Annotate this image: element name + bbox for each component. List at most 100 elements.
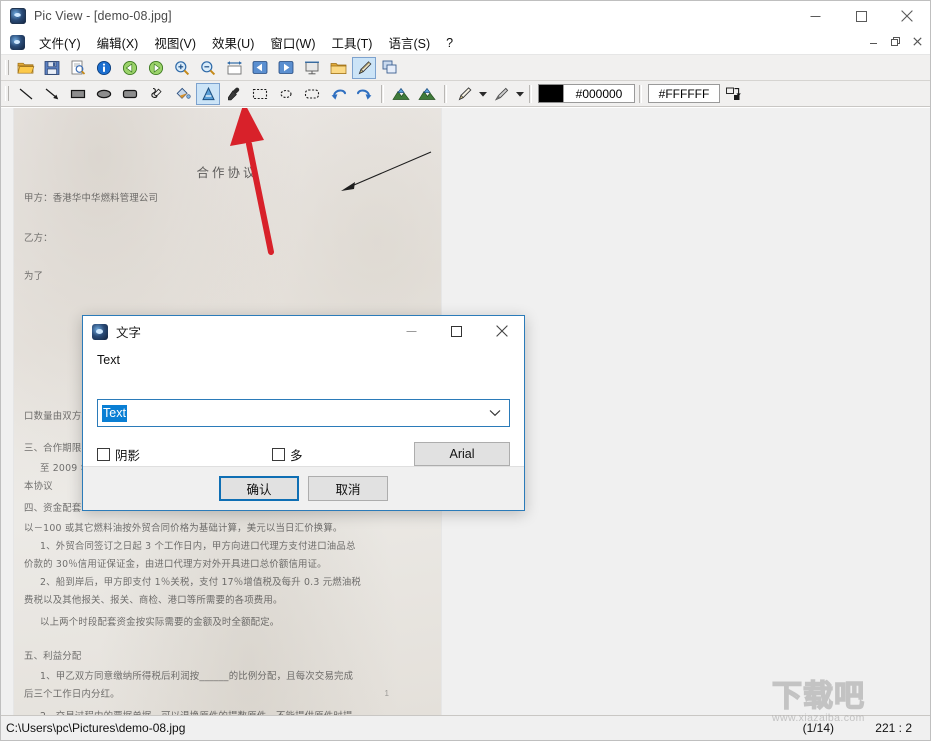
rotate-left-icon[interactable] xyxy=(118,57,142,79)
print-preview-icon[interactable] xyxy=(66,57,90,79)
freehand-tool-icon[interactable] xyxy=(144,83,168,105)
document-text-line: 甲方：香港华中华燃料管理公司 xyxy=(24,193,159,204)
pencil-width-icon[interactable] xyxy=(452,83,476,105)
dialog-options-row: 阴影 多 Arial xyxy=(97,442,510,466)
shadow-checkbox[interactable] xyxy=(97,447,110,461)
mdi-minimize-button[interactable] xyxy=(862,32,884,51)
menu-language[interactable]: 语言(S) xyxy=(380,31,438,54)
rectangle-tool-icon[interactable] xyxy=(66,83,90,105)
mdi-close-button[interactable] xyxy=(906,32,928,51)
batch-icon[interactable] xyxy=(378,57,402,79)
menu-view[interactable]: 视图(V) xyxy=(146,31,204,54)
line-tool-icon[interactable] xyxy=(14,83,38,105)
select-ellipse-icon[interactable] xyxy=(274,83,298,105)
select-rounded-icon[interactable] xyxy=(300,83,324,105)
ellipse-tool-icon[interactable] xyxy=(92,83,116,105)
undo-icon[interactable] xyxy=(326,83,350,105)
draw-tools-icon[interactable] xyxy=(352,56,376,79)
menu-effects[interactable]: 效果(U) xyxy=(204,31,262,54)
next-image-icon[interactable] xyxy=(274,57,298,79)
foreground-color-swatch[interactable] xyxy=(538,84,564,103)
font-select-button[interactable]: Arial xyxy=(414,442,510,466)
multi-checkbox-label: 多 xyxy=(290,448,303,463)
document-text-line: 乙方： xyxy=(24,233,53,244)
mdi-document-icon xyxy=(10,35,25,50)
text-input-value[interactable]: Text xyxy=(102,404,127,422)
toolbar-separator-4 xyxy=(639,84,642,103)
menu-file[interactable]: 文件(Y) xyxy=(31,31,89,54)
fit-width-icon[interactable] xyxy=(222,57,246,79)
background-color-hex[interactable]: #FFFFFF xyxy=(648,84,720,103)
document-text-line: 2、交易过程中的票据单据，可以退换原件的提数原件，不能提供原件时提 xyxy=(40,708,353,715)
select-rect-icon[interactable] xyxy=(248,83,272,105)
mdi-window-controls xyxy=(862,32,928,51)
cancel-button[interactable]: 取消 xyxy=(308,476,388,501)
confirm-button[interactable]: 确认 xyxy=(219,476,299,501)
toolbar-separator xyxy=(381,84,384,103)
brush-style-dropdown-arrow-icon[interactable] xyxy=(514,83,525,105)
window-minimize-button[interactable] xyxy=(792,1,838,31)
mdi-restore-button[interactable] xyxy=(884,32,906,51)
multi-checkbox[interactable] xyxy=(272,447,286,461)
text-dialog: 文字 Text Text 阴影 多 Arial 确认 取消 xyxy=(82,315,525,511)
text-field-label: Text xyxy=(97,353,120,367)
toolbar-separator-3 xyxy=(529,84,532,103)
draw-toolbar-grip[interactable] xyxy=(3,84,10,103)
browse-folder-icon[interactable] xyxy=(326,57,350,79)
menu-help[interactable]: ? xyxy=(438,34,461,52)
text-tool-icon[interactable] xyxy=(196,82,220,105)
toolbar-separator-2 xyxy=(444,84,447,103)
document-text-line: 2、船到岸后，甲方即支付 1％关税，支付 17％增值税及每升 0.3 元燃油税 xyxy=(40,577,361,588)
background-color-group: #FFFFFF xyxy=(648,83,720,104)
rounded-rect-tool-icon[interactable] xyxy=(118,83,142,105)
status-image-count: (1/14) xyxy=(802,721,834,735)
dialog-maximize-button[interactable] xyxy=(434,316,479,346)
dialog-close-button[interactable] xyxy=(479,316,524,346)
previous-image-icon[interactable] xyxy=(248,57,272,79)
document-text-line: 四、资金配套 xyxy=(24,503,82,514)
shape-options-icon[interactable] xyxy=(721,83,745,105)
chevron-down-icon[interactable] xyxy=(489,406,501,420)
slideshow-icon[interactable] xyxy=(300,57,324,79)
toolbar-grip[interactable] xyxy=(3,58,10,77)
image-canvas-area[interactable]: 合作协议 甲方：香港华中华燃料管理公司 乙方： 为了 口数量由双方根据资金和市场… xyxy=(1,107,930,715)
multi-checkbox-wrapper[interactable]: 多 xyxy=(272,445,303,464)
text-input-combobox[interactable]: Text xyxy=(97,399,510,427)
info-icon[interactable] xyxy=(92,57,116,79)
dialog-minimize-button[interactable] xyxy=(389,316,434,346)
open-icon[interactable] xyxy=(14,57,38,79)
redo-icon[interactable] xyxy=(352,83,376,105)
main-toolbar xyxy=(1,55,930,81)
document-text-line: 五、利益分配 xyxy=(24,651,82,662)
status-cursor-coordinates: 221 : 2 xyxy=(875,721,912,735)
rotate-right-icon[interactable] xyxy=(144,57,168,79)
app-logo-icon xyxy=(92,323,108,340)
window-maximize-button[interactable] xyxy=(838,1,884,31)
insert-image-right-icon[interactable] xyxy=(415,83,439,105)
eyedropper-tool-icon[interactable] xyxy=(222,83,246,105)
insert-image-left-icon[interactable] xyxy=(389,83,413,105)
foreground-color-hex[interactable]: #000000 xyxy=(563,84,635,103)
document-text-line: 以－100 或其它燃料油按外贸合同价格为基础计算，美元以当日汇价换算。 xyxy=(24,523,343,534)
dialog-window-controls xyxy=(389,316,524,346)
menu-edit[interactable]: 编辑(X) xyxy=(89,31,147,54)
fill-tool-icon[interactable] xyxy=(170,83,194,105)
shadow-checkbox-wrapper[interactable]: 阴影 xyxy=(97,445,140,464)
dialog-body: Text Text 阴影 多 Arial xyxy=(83,347,524,466)
save-icon[interactable] xyxy=(40,57,64,79)
brush-style-icon[interactable] xyxy=(489,83,513,105)
zoom-in-icon[interactable] xyxy=(170,57,194,79)
application-window: Pic View - [demo-08.jpg] 文件(Y) 编辑(X) 视图(… xyxy=(0,0,931,741)
window-close-button[interactable] xyxy=(884,1,930,31)
app-logo-icon xyxy=(10,8,26,24)
menu-window[interactable]: 窗口(W) xyxy=(262,31,323,54)
zoom-out-icon[interactable] xyxy=(196,57,220,79)
status-bar: C:\Users\pc\Pictures\demo-08.jpg (1/14) … xyxy=(1,715,930,740)
document-text-line: 价款的 30％信用证保证金，由进口代理方对外开具进口总价额信用证。 xyxy=(24,559,327,570)
document-text-line: 后三个工作日内分红。 xyxy=(24,689,120,700)
arrow-tool-icon[interactable] xyxy=(40,83,64,105)
pencil-width-dropdown-arrow-icon[interactable] xyxy=(477,83,488,105)
document-text-line: 本协议 xyxy=(24,481,53,492)
menu-tools[interactable]: 工具(T) xyxy=(324,31,381,54)
menu-bar: 文件(Y) 编辑(X) 视图(V) 效果(U) 窗口(W) 工具(T) 语言(S… xyxy=(1,31,930,55)
